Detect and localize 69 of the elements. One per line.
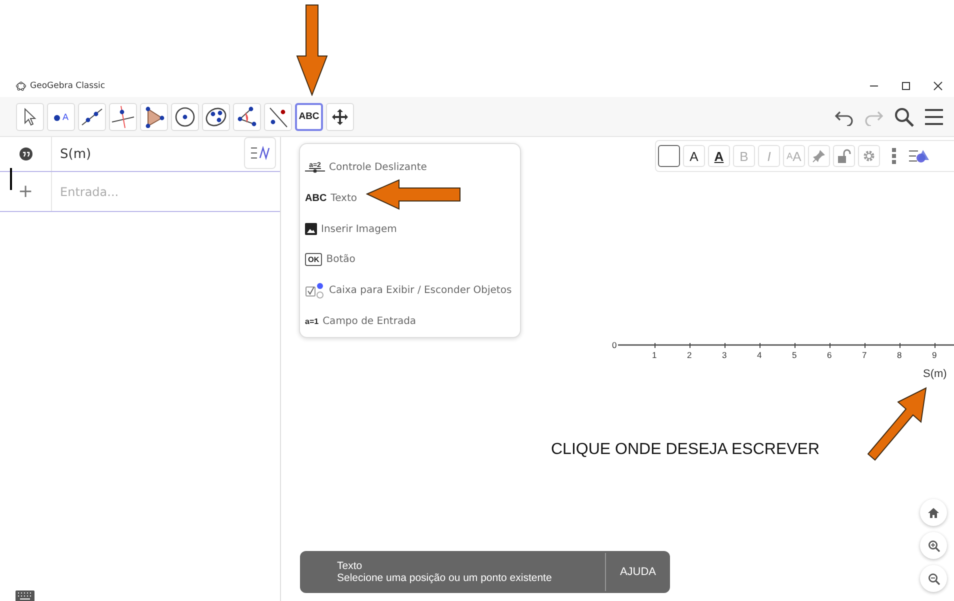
tool-button[interactable]	[233, 102, 261, 130]
visibility-toggle-icon[interactable]	[18, 147, 32, 161]
tool-button[interactable]	[171, 102, 199, 130]
angle-icon	[236, 106, 258, 128]
menu-item[interactable]: Inserir Imagem	[305, 214, 397, 244]
tool-button[interactable]	[264, 102, 292, 130]
tool-button[interactable]	[78, 102, 106, 130]
keyboard-icon[interactable]	[15, 590, 35, 601]
gear-icon	[862, 149, 876, 163]
text-color-button[interactable]: A	[708, 145, 730, 167]
tool-button[interactable]	[109, 102, 137, 130]
axis-title: S(m)	[923, 368, 947, 380]
perpendicular-line-icon	[111, 104, 135, 128]
axis-label: 9	[932, 350, 937, 360]
menu-item[interactable]: Caixa para Exibir / Esconder Objetos	[305, 275, 512, 306]
search-icon[interactable]	[894, 106, 914, 126]
annotation-text: CLIQUE ONDE DESEJA ESCREVER	[551, 441, 820, 459]
input-field[interactable]: Entrada...	[52, 184, 280, 200]
add-symbol[interactable]: +	[18, 181, 34, 202]
axis-label: 0	[612, 340, 617, 350]
cursor-icon	[23, 108, 37, 126]
zoom-in-button[interactable]	[920, 532, 947, 559]
triangle-icon	[143, 106, 165, 128]
text-tool-button[interactable]: ABC	[295, 102, 323, 130]
reflect-line-icon	[267, 106, 289, 128]
axis-label: 2	[687, 350, 692, 360]
more-options-icon[interactable]	[892, 148, 896, 164]
axis-label: 1	[652, 350, 657, 360]
view-toggle-icon[interactable]	[908, 148, 930, 164]
color-swatch-button[interactable]	[658, 145, 680, 167]
text-cursor	[10, 168, 12, 190]
menu-item[interactable]: a=1 Campo de Entrada	[305, 306, 416, 337]
move-arrows-icon	[331, 108, 349, 126]
app-logo-icon	[16, 81, 26, 91]
ellipse-icon	[205, 106, 227, 128]
line-icon	[81, 106, 103, 128]
axis-label: 6	[827, 350, 832, 360]
checkbox-icon	[305, 282, 325, 300]
zoom-out-button[interactable]	[920, 565, 947, 592]
tool-button[interactable]	[140, 102, 168, 130]
home-button[interactable]	[920, 499, 947, 526]
tool-button[interactable]	[202, 102, 230, 130]
tool-button[interactable]	[326, 102, 354, 130]
help-button[interactable]: AJUDA	[606, 566, 670, 578]
algebra-object[interactable]: S(m)	[52, 146, 244, 162]
menu-icon[interactable]	[924, 108, 944, 126]
axis-label: 7	[862, 350, 867, 360]
zoom-out-icon	[928, 572, 940, 584]
pin-icon	[812, 149, 826, 163]
algebra-menu-icon	[250, 146, 270, 160]
menu-item[interactable]: ABC Texto	[305, 182, 358, 214]
algebra-view-toggle[interactable]	[244, 137, 276, 169]
tool-button[interactable]	[16, 102, 44, 130]
axis-label: 8	[897, 350, 902, 360]
image-icon	[305, 223, 317, 236]
toast-title: Texto	[337, 560, 364, 572]
text-style-button[interactable]: A	[683, 145, 705, 167]
circle-icon	[174, 106, 196, 128]
toast-message: Selecione uma posição ou um ponto existente	[337, 572, 553, 584]
window-title: GeoGebra Classic	[30, 81, 106, 91]
tool-button[interactable]: A	[47, 102, 75, 130]
home-icon	[928, 508, 939, 518]
axis-label: 4	[757, 350, 762, 360]
axis-label: 3	[722, 350, 727, 360]
zoom-in-icon	[928, 540, 940, 552]
text-icon: ABC	[305, 192, 327, 204]
axis-label: 5	[792, 350, 797, 360]
input-box-icon: a=1	[305, 317, 319, 326]
lock-icon	[837, 149, 851, 163]
